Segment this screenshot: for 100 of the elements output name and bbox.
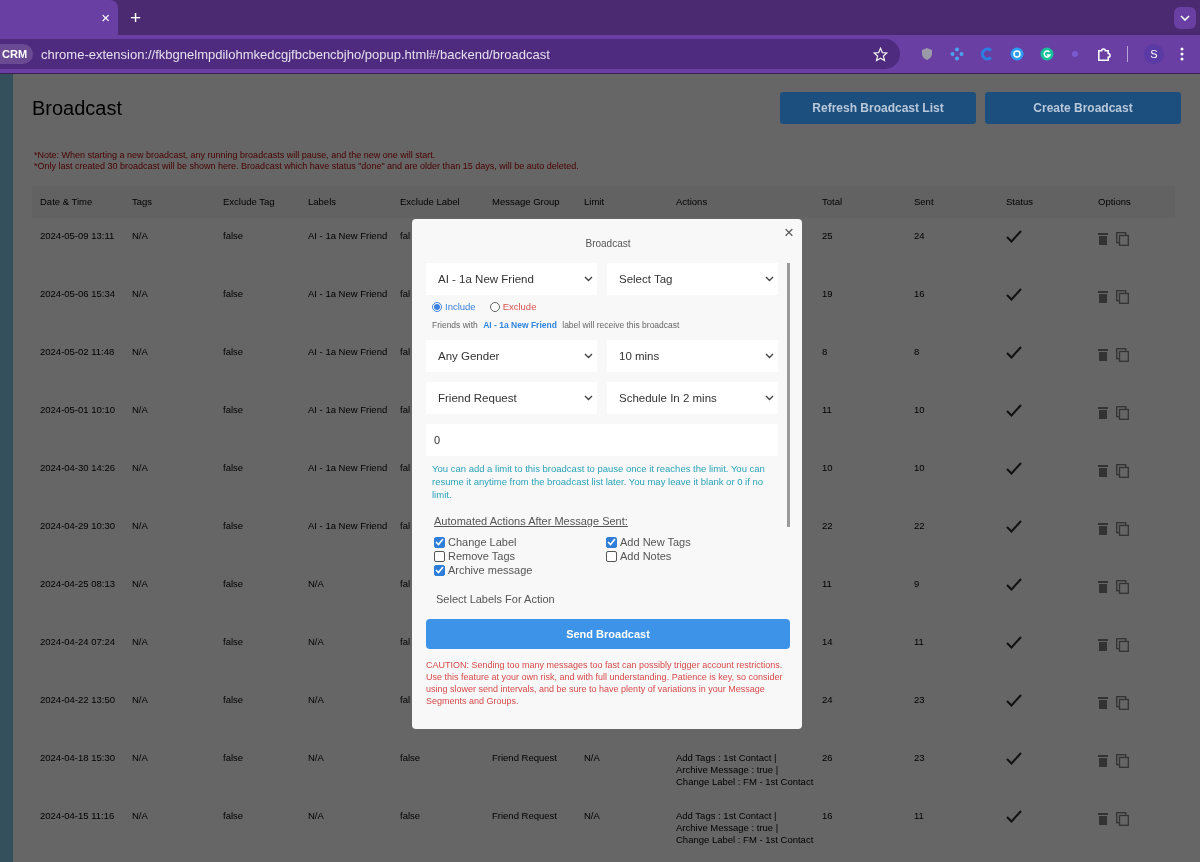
menu-icon[interactable] (1180, 47, 1184, 61)
trash-icon[interactable] (1098, 696, 1108, 709)
table-cell: Friend Request (492, 810, 557, 821)
close-button[interactable]: × (784, 223, 794, 243)
interval-select[interactable]: 10 mins (607, 340, 778, 372)
table-cell: 10 (914, 462, 925, 473)
table-cell: fal (400, 694, 411, 705)
tab-search-button[interactable] (1174, 6, 1196, 29)
trash-icon[interactable] (1098, 290, 1108, 303)
trash-icon[interactable] (1098, 812, 1108, 825)
info-text: Friends with AI - 1a New Friend label will receive this broadcast (432, 320, 681, 330)
select-labels-heading: Select Labels For Action (436, 593, 556, 605)
trash-icon[interactable] (1098, 464, 1108, 477)
table-cell: 2024-04-22 13:50 (40, 694, 115, 705)
copy-icon[interactable] (1116, 348, 1129, 362)
trash-icon[interactable] (1098, 754, 1108, 767)
site-chip: CRM (0, 44, 34, 64)
profile-avatar[interactable]: S (1144, 44, 1164, 64)
round-extension-icon[interactable] (1010, 47, 1024, 61)
url-text: chrome-extension://fkbgnelmpdilohmkedcgjfbcbencbjho/popup.html#/backend/broadcast (41, 46, 550, 62)
radio-option[interactable]: Include (432, 301, 476, 312)
table-cell: false (223, 520, 244, 531)
checkbox-option[interactable]: Add New Tags (606, 536, 778, 548)
table-cell: 26 (822, 752, 833, 763)
bookmark-star-icon[interactable] (873, 46, 888, 62)
radio-option[interactable]: Exclude (489, 301, 537, 312)
table-cell: AI - 1a New Friend (308, 404, 388, 415)
copy-icon[interactable] (1116, 406, 1129, 420)
column-header: Message Group (492, 196, 561, 209)
checkbox-option[interactable]: Add Notes (606, 550, 778, 562)
table-cell: N/A (308, 578, 324, 589)
trash-icon[interactable] (1098, 232, 1108, 245)
trash-icon[interactable] (1098, 348, 1108, 361)
browser-tab[interactable]: × (0, 0, 118, 35)
copy-icon[interactable] (1116, 638, 1129, 652)
small-extension-icon[interactable] (1070, 49, 1080, 59)
actions-heading: Automated Actions After Message Sent: (434, 515, 629, 527)
create-broadcast-button[interactable]: Create Broadcast (985, 92, 1181, 124)
dots-extension-icon[interactable] (950, 47, 964, 61)
message-group-select[interactable]: Friend Request (426, 382, 597, 414)
checkbox-option[interactable]: Archive message (434, 564, 606, 576)
new-tab-button[interactable]: + (130, 6, 142, 29)
puzzle-icon[interactable] (1096, 46, 1111, 62)
limit-input[interactable]: 0 (426, 424, 778, 456)
table-cell: false (223, 752, 244, 763)
table-cell: 11 (822, 578, 832, 589)
actions-cell-text: Add Tags : 1st Contact | Archive Message : true | Change Label : FM - 1st Contact (676, 810, 815, 846)
grammar-extension-icon[interactable] (1040, 47, 1054, 61)
table-cell: 2024-05-02 11:48 (40, 346, 115, 357)
table-cell: N/A (132, 462, 148, 473)
checkbox-option[interactable]: Change Label (434, 536, 606, 548)
copy-icon[interactable] (1116, 232, 1129, 246)
copy-icon[interactable] (1116, 696, 1129, 710)
copy-icon[interactable] (1116, 522, 1129, 536)
label-select[interactable]: AI - 1a New Friend (426, 263, 597, 295)
table-cell: false (223, 694, 244, 705)
copy-icon[interactable] (1116, 754, 1129, 768)
tag-select[interactable]: Select Tag (607, 263, 778, 295)
check-icon (435, 538, 444, 546)
table-cell: 22 (914, 520, 925, 531)
table-cell: 2024-04-25 08:13 (40, 578, 115, 589)
table-cell: fal (400, 346, 411, 357)
actions-cell-text: Add Tags : 1st Contact | Archive Message : true | Change Label : FM - 1st Contact (676, 752, 815, 788)
table-cell: N/A (132, 578, 148, 589)
table-cell: false (223, 230, 244, 241)
table-cell: false (223, 636, 244, 647)
trash-icon[interactable] (1098, 522, 1108, 535)
table-cell: fal (400, 404, 411, 415)
table-cell: 2024-04-29 10:30 (40, 520, 115, 531)
copy-icon[interactable] (1116, 812, 1129, 826)
table-cell: N/A (132, 346, 148, 357)
address-bar[interactable]: CRM chrome-extension://fkbgnelmpdilohmkedcgjfbcbencbjho/popup.html#/backend/broadcast (0, 39, 900, 69)
copy-icon[interactable] (1116, 464, 1129, 478)
copy-icon[interactable] (1116, 290, 1129, 304)
table-cell: 2024-05-01 10:10 (40, 404, 115, 415)
table-cell: 23 (914, 694, 925, 705)
tab-close-button[interactable]: × (101, 9, 110, 26)
table-cell: false (223, 578, 244, 589)
table-cell: N/A (132, 694, 148, 705)
caret-icon (765, 353, 774, 359)
table-cell: N/A (132, 752, 148, 763)
trash-icon[interactable] (1098, 580, 1108, 593)
note-text: *Note: When starting a new broadcast, any running broadcasts will pause, and the new one will start. (34, 150, 437, 161)
table-cell: N/A (132, 404, 148, 415)
trash-icon[interactable] (1098, 406, 1108, 419)
table-cell: 10 (822, 462, 833, 473)
table-cell: 2024-04-30 14:26 (40, 462, 115, 473)
checkbox-option[interactable]: Remove Tags (434, 550, 606, 562)
copy-icon[interactable] (1116, 580, 1129, 594)
schedule-select[interactable]: Schedule In 2 mins (607, 382, 778, 414)
trash-icon[interactable] (1098, 638, 1108, 651)
table-cell: 14 (822, 636, 833, 647)
table-cell: 16 (822, 810, 833, 821)
shield-extension-icon[interactable] (920, 47, 934, 61)
table-cell: 24 (914, 230, 925, 241)
c-letter-extension-icon[interactable] (980, 47, 994, 61)
gender-select[interactable]: Any Gender (426, 340, 597, 372)
column-header: Date & Time (40, 196, 94, 209)
refresh-list-button[interactable]: Refresh Broadcast List (780, 92, 976, 124)
column-header: Total (822, 196, 844, 209)
